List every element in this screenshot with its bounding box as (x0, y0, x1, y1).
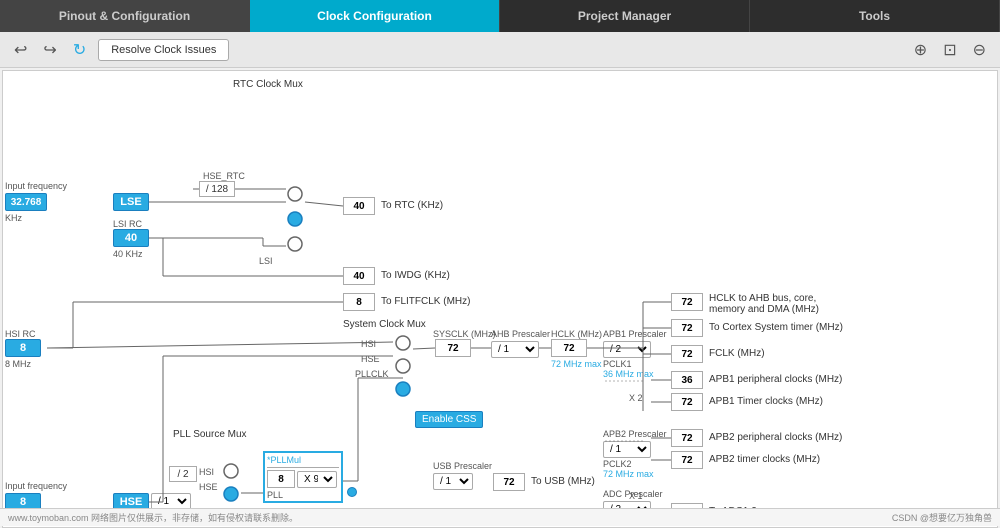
freq-khz-label: KHz (5, 213, 22, 223)
hsi-rc-label: HSI RC (5, 329, 36, 339)
pll-mul-select[interactable]: X 9 (297, 471, 337, 488)
hsi-8mhz-label: 8 MHz (5, 359, 31, 369)
hsi-mux-label: HSI (361, 339, 376, 349)
usb-prescaler-select[interactable]: / 1 (433, 473, 473, 490)
apb2-timer-value: 72 (671, 451, 703, 469)
pll-mul-box: *PLLMul 8 X 9 PLL (263, 451, 343, 503)
refresh-button[interactable]: ↻ (69, 38, 90, 62)
flitfclk-output-box: 8 (343, 293, 375, 311)
input-freq-label-1: Input frequency (5, 181, 67, 191)
apb2-max-label: 72 MHz max (603, 469, 654, 479)
zoom-in-button[interactable]: ⊕ (910, 38, 931, 62)
pll-mul-value: 8 (267, 470, 295, 488)
ahb-value: 72 (671, 293, 703, 311)
usb-prescaler-label: USB Prescaler (433, 461, 492, 471)
tab-pinout[interactable]: Pinout & Configuration (0, 0, 250, 32)
undo-button[interactable]: ↩ (10, 38, 31, 62)
apb1-periph-label: APB1 peripheral clocks (MHz) (709, 374, 842, 385)
tab-project[interactable]: Project Manager (500, 0, 750, 32)
input-freq-label-2: Input frequency (5, 481, 67, 491)
hsi-pll-label: HSI (199, 467, 214, 477)
lsi-label: LSI (259, 256, 273, 266)
hclk-label: HCLK (MHz) (551, 329, 602, 339)
hclk-max-label: 72 MHz max (551, 359, 602, 369)
apb2-prescaler-select[interactable]: / 1 (603, 441, 651, 458)
zoom-out-button[interactable]: ⊖ (969, 38, 990, 62)
apb1-prescaler-label: APB1 Prescaler (603, 329, 667, 339)
lse-block: LSE (113, 193, 149, 211)
hclk-ahb-sub-label: memory and DMA (MHz) (709, 304, 819, 315)
apb1-periph-value: 36 (671, 371, 703, 389)
hclk-value: 72 (551, 339, 587, 357)
pll-src-mux (221, 459, 241, 512)
enable-css-button[interactable]: Enable CSS (415, 411, 483, 428)
ahb-prescaler-select[interactable]: / 1 (491, 341, 539, 358)
footer-left: www.toymoban.com 网络图片仅供展示，非存储，如有侵权请联系删除。 (8, 511, 298, 524)
freq-32khz-block: 32.768 (5, 193, 47, 211)
footer-right: CSDN @想要亿万独角兽 (892, 511, 992, 524)
x2-label: X 2 (629, 393, 643, 403)
hse-div128-block: / 128 (199, 181, 235, 197)
cortex-value: 72 (671, 319, 703, 337)
hse-mux-label: HSE (361, 354, 380, 364)
iwdg-output-box: 40 (343, 267, 375, 285)
rtc-output-box: 40 (343, 197, 375, 215)
pclk1-label: PCLK1 (603, 359, 632, 369)
hsi-8-block: 8 (5, 339, 41, 357)
cortex-timer-label: To Cortex System timer (MHz) (709, 322, 843, 333)
lsi-40-block: 40 (113, 229, 149, 247)
pll-src-div2: / 2 (169, 466, 197, 482)
pll-mux-label: PLLCLK (355, 369, 389, 379)
pll-label: PLL (267, 490, 339, 500)
hclk-ahb-label: HCLK to AHB bus, core, (709, 293, 816, 304)
apb2-timer-label: APB2 timer clocks (MHz) (709, 454, 820, 465)
main-content: RTC Clock Mux Input frequency 32.768 KHz… (2, 70, 998, 528)
fclk-value: 72 (671, 345, 703, 363)
fclk-label: FCLK (MHz) (709, 348, 765, 359)
lsi-40khz-label: 40 KHz (113, 249, 143, 259)
rtc-mux-top (285, 179, 305, 262)
tab-tools[interactable]: Tools (750, 0, 1000, 32)
resolve-clock-issues-button[interactable]: Resolve Clock Issues (98, 39, 229, 61)
clock-diagram: RTC Clock Mux Input frequency 32.768 KHz… (3, 71, 997, 527)
apb1-prescaler-select[interactable]: / 2 (603, 341, 651, 358)
apb1-timer-label: APB1 Timer clocks (MHz) (709, 396, 823, 407)
sysclk-label: SYSCLK (MHz) (433, 329, 496, 339)
to-usb-label: To USB (MHz) (531, 476, 595, 487)
hse-pll-label: HSE (199, 482, 218, 492)
nav-tabs: Pinout & Configuration Clock Configurati… (0, 0, 1000, 32)
hse-rtc-label: HSE_RTC (203, 171, 245, 181)
pll-mul-label: *PLLMul (267, 455, 339, 468)
apb1-max-label: 36 MHz max (603, 369, 654, 379)
sys-mux (393, 331, 413, 404)
apb2-periph-label: APB2 peripheral clocks (MHz) (709, 432, 842, 443)
to-iwdg-label: To IWDG (KHz) (381, 270, 450, 281)
pll-mux-dot (347, 487, 357, 497)
fit-button[interactable]: ⊡ (939, 38, 960, 62)
rtc-mux-label: RTC Clock Mux (233, 79, 303, 90)
tab-clock[interactable]: Clock Configuration (250, 0, 500, 32)
sysclk-value: 72 (435, 339, 471, 357)
to-rtc-label: To RTC (KHz) (381, 200, 443, 211)
lsi-rc-label: LSI RC (113, 219, 142, 229)
footer: www.toymoban.com 网络图片仅供展示，非存储，如有侵权请联系删除。… (0, 508, 1000, 526)
ahb-prescaler-label: AHB Prescaler (491, 329, 550, 339)
connector-lines (3, 71, 997, 527)
system-clk-mux-label: System Clock Mux (343, 319, 426, 330)
apb1-timer-value: 72 (671, 393, 703, 411)
apb2-periph-value: 72 (671, 429, 703, 447)
toolbar: ↩ ↪ ↻ Resolve Clock Issues ⊕ ⊡ ⊖ (0, 32, 1000, 68)
apb2-prescaler-label: APB2 Prescaler (603, 429, 667, 439)
pll-source-mux-label: PLL Source Mux (173, 429, 247, 440)
to-flitfclk-label: To FLITFCLK (MHz) (381, 296, 470, 307)
redo-button[interactable]: ↪ (39, 38, 60, 62)
pclk2-label: PCLK2 (603, 459, 632, 469)
adc-prescaler-label: ADC Prescaler (603, 489, 663, 499)
usb-output-value: 72 (493, 473, 525, 491)
